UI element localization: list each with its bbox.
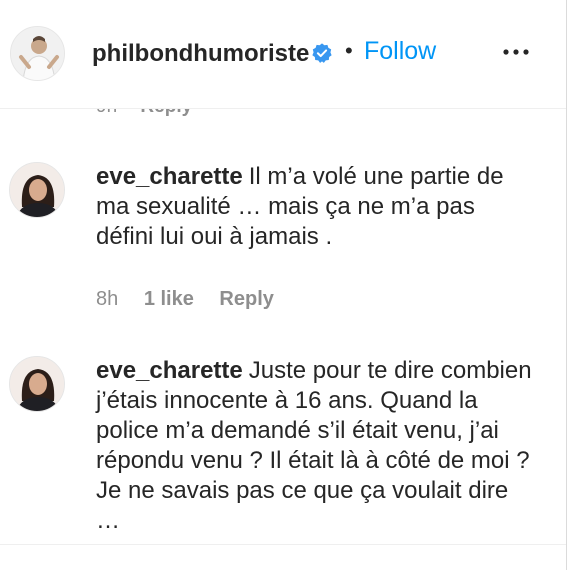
divider <box>0 544 566 545</box>
comment-likes[interactable]: 1 like <box>144 288 194 310</box>
separator-dot: • <box>345 38 353 63</box>
comment-time[interactable]: 8h <box>96 288 118 310</box>
commenter-avatar[interactable] <box>9 356 65 412</box>
comment-body: eve_charette Juste pour te dire combien j… <box>96 356 536 536</box>
comment-username[interactable]: eve_charette <box>96 357 243 384</box>
author-avatar[interactable] <box>10 26 65 81</box>
comment-body: eve_charette Il m’a volé une partie de ma… <box>96 162 536 252</box>
verified-badge-icon <box>312 43 332 63</box>
comments-panel: 9h Reply philbondhumoriste • Follow <box>0 0 567 570</box>
reply-button[interactable]: Reply <box>219 288 273 310</box>
comment-username[interactable]: eve_charette <box>96 163 243 190</box>
author-username[interactable]: philbondhumoriste <box>92 40 309 68</box>
more-options-icon[interactable] <box>500 40 532 64</box>
comment-meta: 8h 1 like Reply <box>96 288 274 311</box>
post-header: philbondhumoriste • Follow <box>0 0 566 109</box>
commenter-avatar[interactable] <box>9 162 65 218</box>
follow-button[interactable]: Follow <box>364 37 436 66</box>
